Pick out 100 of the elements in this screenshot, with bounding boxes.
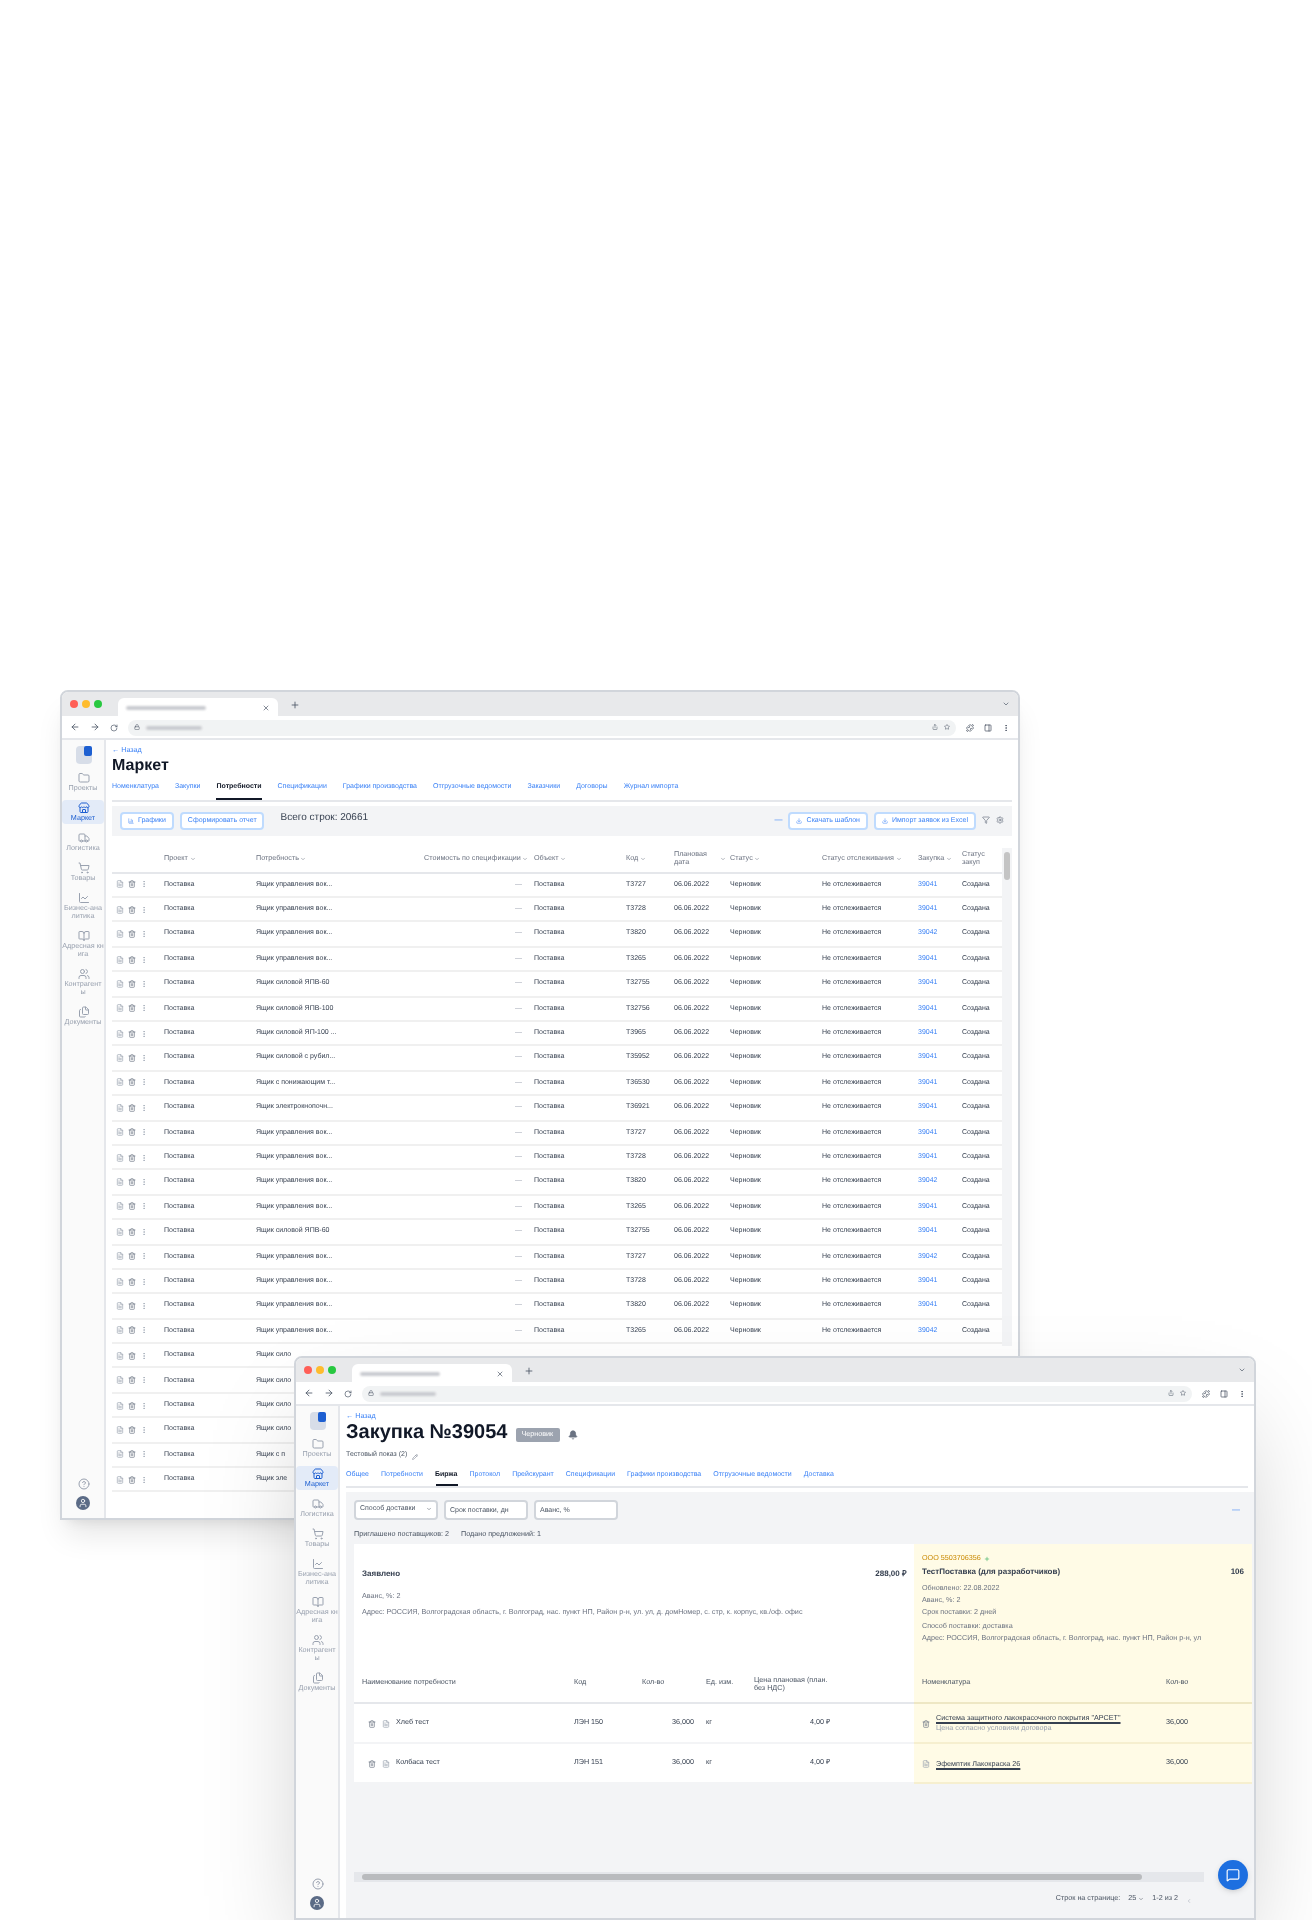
trash-icon[interactable]	[128, 1326, 136, 1335]
document-icon[interactable]	[116, 1277, 124, 1286]
document-icon[interactable]	[116, 1054, 124, 1063]
minimize-window-icon[interactable]	[82, 700, 90, 708]
document-icon[interactable]	[116, 1401, 124, 1410]
document-icon[interactable]	[382, 1759, 390, 1768]
back-icon[interactable]	[304, 1388, 314, 1398]
document-icon[interactable]	[116, 1128, 124, 1137]
settings-icon[interactable]	[996, 816, 1004, 825]
trash-icon[interactable]	[128, 905, 136, 914]
trash-icon[interactable]	[128, 1128, 136, 1137]
document-icon[interactable]	[116, 1376, 124, 1385]
document-icon[interactable]	[382, 1719, 390, 1728]
star-icon[interactable]	[1180, 1390, 1186, 1396]
reload-icon[interactable]	[344, 1389, 352, 1397]
trash-icon[interactable]	[128, 1227, 136, 1236]
document-icon[interactable]	[116, 1004, 124, 1013]
people-icon	[77, 968, 89, 980]
book-icon	[77, 930, 89, 942]
trash-icon[interactable]	[128, 1450, 136, 1459]
maximize-window-icon[interactable]	[94, 700, 102, 708]
document-icon[interactable]	[116, 1351, 124, 1360]
trash-icon[interactable]	[128, 1004, 136, 1013]
trash-icon[interactable]	[128, 1277, 136, 1286]
extensions-icon[interactable]	[1202, 1389, 1210, 1397]
close-window-icon[interactable]	[304, 1366, 312, 1374]
chat-icon	[1226, 1868, 1240, 1882]
filter-icon[interactable]	[982, 816, 990, 825]
scrollbar-thumb[interactable]	[1004, 851, 1010, 880]
help-icon[interactable]	[77, 1478, 89, 1490]
trash-icon[interactable]	[368, 1719, 376, 1728]
document-icon[interactable]	[116, 955, 124, 963]
share-icon[interactable]	[1168, 1390, 1174, 1396]
document-icon[interactable]	[922, 1759, 930, 1768]
document-icon[interactable]	[116, 1227, 124, 1236]
trash-icon[interactable]	[128, 979, 136, 988]
trash-icon[interactable]	[128, 955, 136, 963]
trash-icon[interactable]	[128, 1425, 136, 1434]
cart-icon	[311, 1528, 323, 1540]
document-icon[interactable]	[116, 930, 124, 939]
side-panel-icon[interactable]	[1220, 1389, 1228, 1397]
document-icon[interactable]	[116, 1178, 124, 1187]
document-icon[interactable]	[116, 1078, 124, 1087]
trash-icon[interactable]	[128, 1178, 136, 1187]
document-icon[interactable]	[116, 880, 124, 889]
bell-icon[interactable]	[567, 1429, 578, 1440]
trash-icon[interactable]	[128, 880, 136, 889]
plus-icon[interactable]	[984, 1556, 991, 1563]
side-panel-icon[interactable]	[984, 723, 992, 731]
trash-icon[interactable]	[128, 1475, 136, 1484]
document-icon[interactable]	[116, 979, 124, 988]
trash-icon[interactable]	[128, 1202, 136, 1211]
close-window-icon[interactable]	[70, 700, 78, 708]
back-icon[interactable]	[70, 722, 80, 732]
extensions-icon[interactable]	[966, 723, 974, 731]
forward-icon[interactable]	[324, 1388, 334, 1398]
trash-icon[interactable]	[128, 1153, 136, 1162]
browser-tab[interactable]	[352, 1364, 512, 1382]
trash-icon[interactable]	[128, 1376, 136, 1385]
document-icon[interactable]	[116, 1153, 124, 1162]
book-icon	[311, 1596, 323, 1608]
document-icon[interactable]	[116, 1252, 124, 1261]
trash-icon[interactable]	[128, 1252, 136, 1261]
trash-icon[interactable]	[128, 1029, 136, 1038]
app-logo-icon	[75, 746, 91, 764]
trash-icon[interactable]	[368, 1759, 376, 1768]
scrollbar-thumb[interactable]	[362, 1874, 1142, 1880]
document-icon[interactable]	[116, 1301, 124, 1310]
trash-icon[interactable]	[128, 1351, 136, 1360]
document-icon[interactable]	[116, 1103, 124, 1112]
document-icon[interactable]	[116, 1029, 124, 1038]
new-tab-icon[interactable]	[290, 699, 300, 709]
star-icon[interactable]	[944, 724, 950, 730]
trash-icon[interactable]	[128, 1401, 136, 1410]
trash-icon[interactable]	[128, 1078, 136, 1087]
reload-icon[interactable]	[110, 723, 118, 731]
document-icon[interactable]	[116, 905, 124, 914]
trash-icon[interactable]	[922, 1719, 930, 1728]
document-icon[interactable]	[116, 1450, 124, 1459]
document-icon[interactable]	[116, 1475, 124, 1484]
browser-tab[interactable]	[118, 698, 278, 716]
minimize-window-icon[interactable]	[316, 1366, 324, 1374]
document-icon[interactable]	[116, 1326, 124, 1335]
avatar-icon[interactable]	[76, 1496, 90, 1510]
share-icon[interactable]	[932, 724, 938, 730]
trash-icon[interactable]	[128, 1301, 136, 1310]
edit-icon[interactable]	[411, 1453, 418, 1460]
avatar-icon[interactable]	[310, 1896, 324, 1910]
document-icon[interactable]	[116, 1202, 124, 1211]
new-tab-icon[interactable]	[524, 1365, 534, 1375]
maximize-window-icon[interactable]	[328, 1366, 336, 1374]
document-icon[interactable]	[116, 1425, 124, 1434]
trash-icon[interactable]	[128, 930, 136, 939]
address-field[interactable]	[128, 719, 956, 735]
help-icon[interactable]	[311, 1878, 323, 1890]
trash-icon[interactable]	[128, 1054, 136, 1063]
trash-icon[interactable]	[128, 1103, 136, 1112]
address-field[interactable]	[362, 1385, 1192, 1401]
forward-icon[interactable]	[90, 722, 100, 732]
folder-icon	[311, 1438, 323, 1450]
